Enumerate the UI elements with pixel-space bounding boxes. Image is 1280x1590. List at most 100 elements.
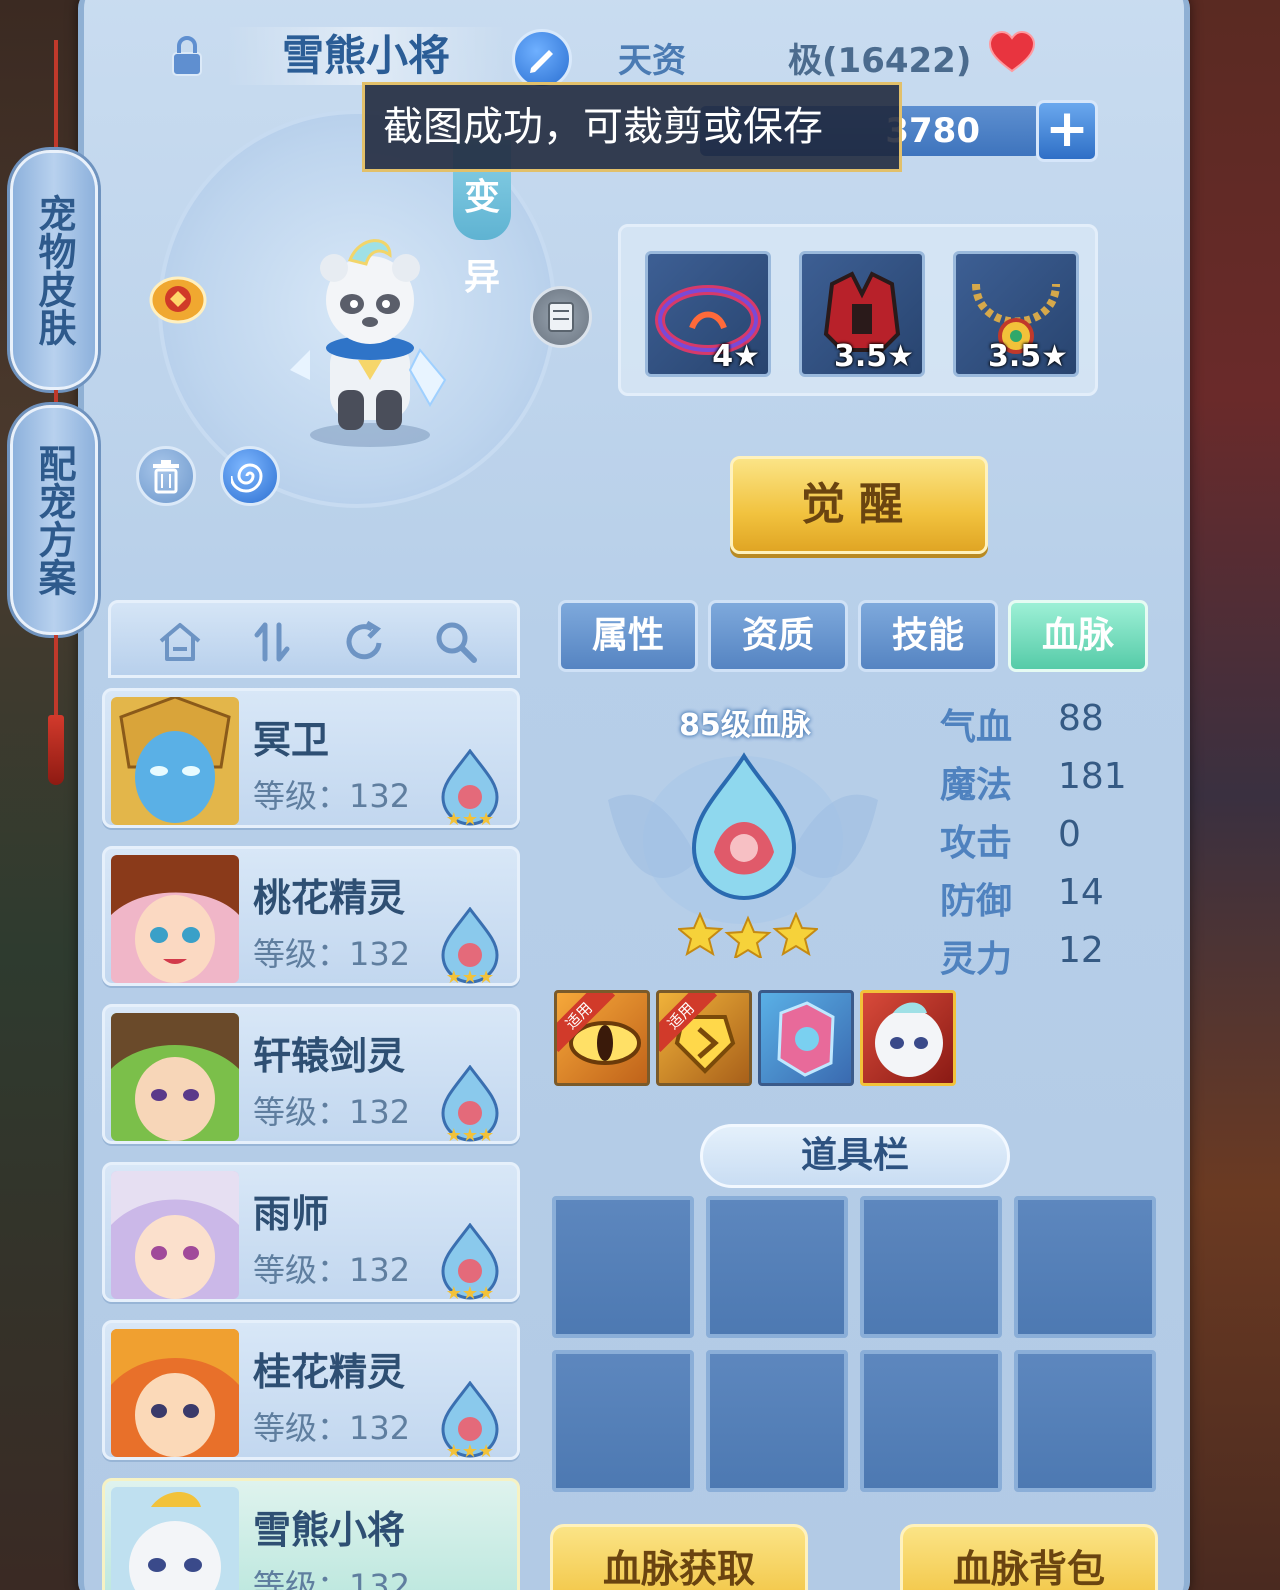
pet-name: 雪熊小将 <box>226 27 506 85</box>
pet-refine-button[interactable] <box>220 446 280 506</box>
items-bar-header: 道具栏 <box>700 1124 1010 1188</box>
svg-text:★★★: ★★★ <box>446 1125 494 1143</box>
talent-value: 极(16422) <box>788 41 972 81</box>
item-slot[interactable] <box>1014 1350 1156 1492</box>
stat-label: 防御 <box>940 881 1013 922</box>
bloodline-stars <box>678 912 818 958</box>
home-icon[interactable] <box>155 617 205 667</box>
bloodline-drop-icon: ★★★ <box>441 907 499 985</box>
item-slot[interactable] <box>1014 1196 1156 1338</box>
pet-item-name: 轩辕剑灵 <box>253 1034 406 1078</box>
pet-portrait-icon <box>111 855 239 983</box>
golden-eye-skill-icon[interactable]: 适用 <box>554 990 650 1086</box>
tab-attributes[interactable]: 属性 <box>558 600 698 672</box>
item-slot[interactable] <box>860 1350 1002 1492</box>
pet-list-item[interactable]: 桃花精灵 等级：132 ★★★ <box>102 846 520 986</box>
trash-icon <box>153 460 179 494</box>
stat-label: 魔法 <box>940 765 1013 806</box>
bloodline-gem-icon[interactable] <box>684 752 804 902</box>
bloodline-drop-icon: ★★★ <box>441 749 499 827</box>
search-icon[interactable] <box>431 617 481 667</box>
item-slot[interactable] <box>552 1196 694 1338</box>
decor-cord <box>54 635 58 715</box>
pet-item-name: 冥卫 <box>253 718 330 762</box>
pet-list-item-selected[interactable]: 雪熊小将 等级：132 <box>102 1478 520 1590</box>
stat-value: 14 <box>1058 872 1104 913</box>
pet-list-item[interactable]: 雨师 等级：132 ★★★ <box>102 1162 520 1302</box>
sort-icon[interactable] <box>247 617 297 667</box>
pet-portrait-icon <box>111 1487 239 1590</box>
item-slot[interactable] <box>860 1196 1002 1338</box>
bloodline-crystal-skill-icon[interactable] <box>758 990 854 1086</box>
stat-label: 灵力 <box>940 939 1013 980</box>
stat-label: 攻击 <box>940 823 1013 864</box>
equip-slot-armor[interactable]: 3.5★ <box>799 251 925 377</box>
pet-list-item[interactable]: 桂花精灵 等级：132 ★★★ <box>102 1320 520 1460</box>
swirl-icon <box>231 463 263 493</box>
pencil-icon <box>530 50 553 73</box>
equipment-toggle-button[interactable] <box>530 286 592 348</box>
tab-bloodline[interactable]: 血脉 <box>1008 600 1148 672</box>
pet-item-name: 雪熊小将 <box>253 1508 406 1552</box>
tab-pet-skin-label: 宠物皮肤 <box>32 194 76 346</box>
golden-shield-skill-icon[interactable]: 适用 <box>656 990 752 1086</box>
equipment-panel: 4★ 3.5★ 3.5★ <box>618 224 1098 396</box>
equip-stars: 4★ <box>712 339 760 374</box>
stat-row: 防御 14 <box>940 872 1160 922</box>
equip-slot-necklace[interactable]: 3.5★ <box>953 251 1079 377</box>
pet-item-name: 雨师 <box>253 1192 330 1236</box>
equip-stars: 3.5★ <box>833 339 914 374</box>
pet-portrait-icon <box>111 1329 239 1457</box>
pet-item-level: 等级：132 <box>253 777 411 815</box>
bloodline-drop-icon: ★★★ <box>441 1065 499 1143</box>
bloodline-obtain-button[interactable]: 血脉获取 <box>550 1524 808 1590</box>
equip-stars: 3.5★ <box>987 339 1068 374</box>
pet-item-level: 等级：132 <box>253 1093 411 1131</box>
stat-value: 12 <box>1058 930 1104 971</box>
rename-button[interactable] <box>512 29 572 89</box>
bloodline-bag-button[interactable]: 血脉背包 <box>900 1524 1158 1590</box>
svg-text:★★★: ★★★ <box>446 1283 494 1301</box>
crystal-icon <box>777 1001 835 1077</box>
item-slot[interactable] <box>552 1350 694 1492</box>
tab-aptitude[interactable]: 资质 <box>708 600 848 672</box>
snowbear-portrait-skill-icon[interactable] <box>860 990 956 1086</box>
snow-bear-pet-sprite <box>290 239 447 447</box>
pet-item-level: 等级：132 <box>253 1251 411 1289</box>
pet-rank-badge-icon[interactable] <box>148 272 208 328</box>
stat-row: 攻击 0 <box>940 814 1160 864</box>
pet-item-level: 等级：132 <box>253 935 411 973</box>
armor-icon <box>548 302 574 332</box>
awaken-button[interactable]: 觉醒 <box>730 456 988 554</box>
pet-list-item[interactable]: 轩辕剑灵 等级：132 ★★★ <box>102 1004 520 1144</box>
equip-slot-crown[interactable]: 4★ <box>645 251 771 377</box>
talent-label: 天资 <box>618 41 686 81</box>
background-right <box>1180 0 1280 1590</box>
tab-pet-skin[interactable]: 宠物皮肤 <box>10 150 98 390</box>
stat-row: 魔法 181 <box>940 756 1160 806</box>
stat-value: 88 <box>1058 698 1104 739</box>
pet-list-toolbar <box>108 600 520 678</box>
pet-list-item[interactable]: 冥卫 等级：132 ★★★ <box>102 688 520 828</box>
pet-portrait-icon <box>111 1013 239 1141</box>
item-slot[interactable] <box>706 1350 848 1492</box>
stat-row: 灵力 12 <box>940 930 1160 980</box>
snowbear-face-icon <box>875 1002 943 1077</box>
stat-row: 气血 88 <box>940 698 1160 748</box>
release-pet-button[interactable] <box>136 446 196 506</box>
refresh-icon[interactable] <box>339 617 389 667</box>
pet-item-level: 等级：132 <box>253 1409 411 1447</box>
bloodline-drop-icon: ★★★ <box>441 1381 499 1459</box>
stat-value: 0 <box>1058 814 1081 855</box>
add-exp-button[interactable]: + <box>1036 100 1098 162</box>
pet-portrait-icon <box>111 697 239 825</box>
pet-item-level: 等级：132 <box>253 1567 411 1590</box>
item-slot[interactable] <box>706 1196 848 1338</box>
tab-pet-plan[interactable]: 配宠方案 <box>10 405 98 635</box>
heart-icon[interactable] <box>988 31 1036 73</box>
svg-text:★★★: ★★★ <box>446 1441 494 1459</box>
pet-item-name: 桃花精灵 <box>253 876 406 920</box>
decor-cord <box>54 40 58 150</box>
lock-icon[interactable] <box>170 35 204 77</box>
tab-skills[interactable]: 技能 <box>858 600 998 672</box>
